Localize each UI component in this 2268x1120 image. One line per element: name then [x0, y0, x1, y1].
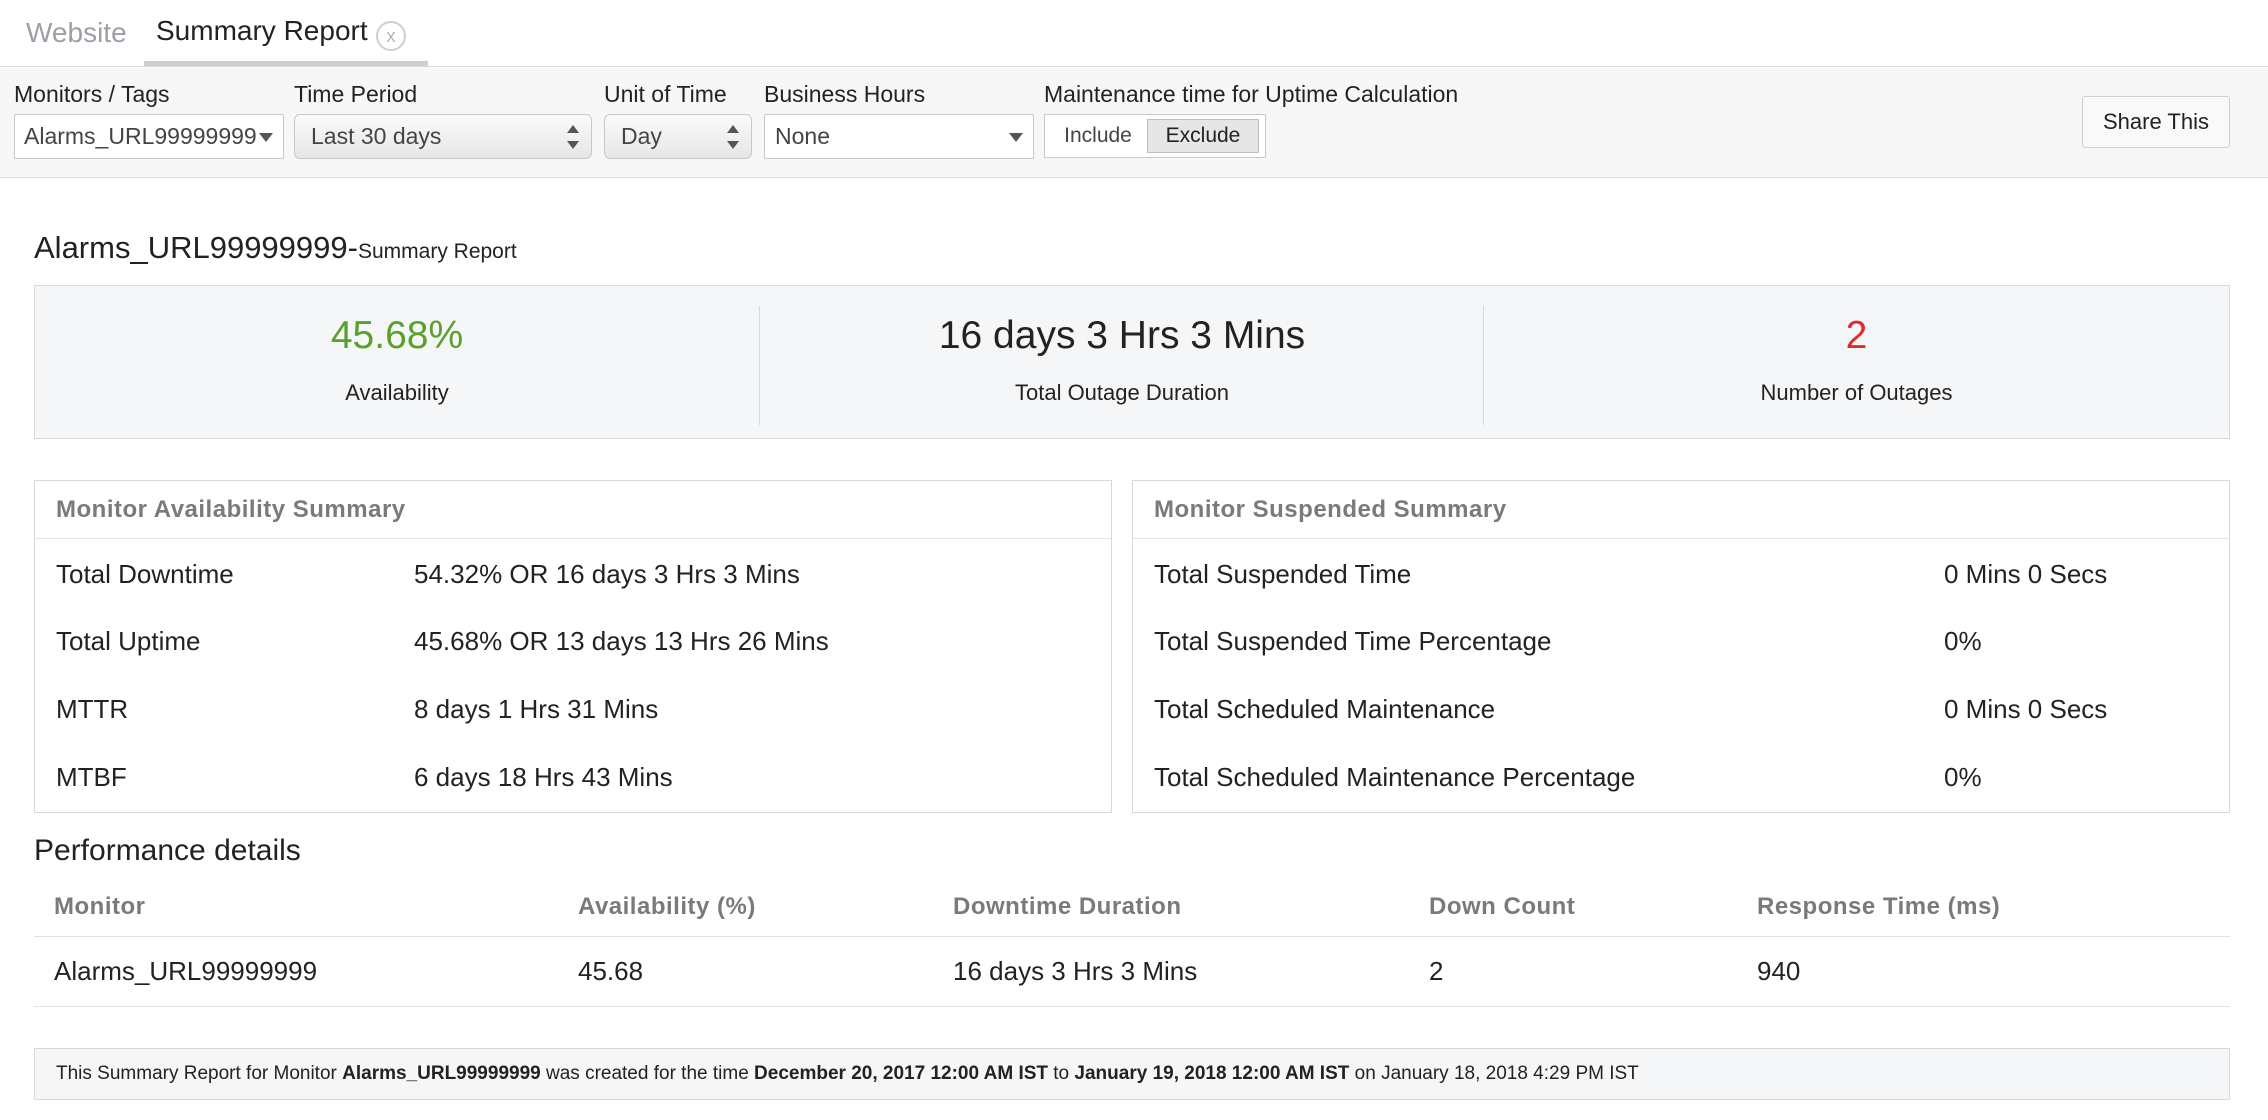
footer-text: This Summary Report for Monitor [56, 1063, 337, 1084]
suspended-summary-title: Monitor Suspended Summary [1133, 481, 2229, 539]
suspended-row-label: Total Suspended Time Percentage [1154, 626, 1552, 656]
summary-row-label: MTBF [56, 762, 127, 792]
footer-text: to [1053, 1063, 1070, 1084]
time-period-label: Time Period [294, 81, 418, 107]
monitors-select-value: Alarms_URL99999999 [24, 123, 257, 149]
time-period-value: Last 30 days [311, 123, 442, 149]
table-cell-down-count: 2 [1429, 956, 1444, 986]
outage-duration-value: 16 days 3 Hrs 3 Mins [938, 314, 1306, 357]
include-option[interactable]: Include [1049, 119, 1147, 153]
summary-row-value: 45.68% OR 13 days 13 Hrs 26 Mins [414, 626, 829, 656]
monitors-select[interactable]: Alarms_URL99999999 [14, 114, 284, 159]
performance-title: Performance details [34, 834, 301, 867]
suspended-row-value: 0 Mins 0 Secs [1944, 694, 2108, 724]
filter-bar: Monitors / Tags Alarms_URL99999999 Time … [0, 67, 2268, 178]
summary-row-label: Total Downtime [56, 559, 234, 589]
suspended-summary-panel: Monitor Suspended Summary Total Suspende… [1132, 480, 2230, 813]
exclude-option[interactable]: Exclude [1147, 119, 1259, 153]
suspended-row-label: Total Suspended Time [1154, 559, 1412, 589]
monitors-label: Monitors / Tags [14, 81, 170, 107]
unit-of-time-label: Unit of Time [604, 81, 727, 107]
maintenance-label: Maintenance time for Uptime Calculation [1044, 81, 1459, 107]
availability-value: 45.68% [330, 314, 464, 357]
availability-label: Availability [345, 380, 449, 405]
suspended-row-label: Total Scheduled Maintenance [1154, 694, 1496, 724]
unit-of-time-select[interactable]: Day [604, 114, 752, 159]
table-cell-monitor[interactable]: Alarms_URL99999999 [54, 956, 317, 987]
footer-text: on January 18, 2018 4:29 PM IST [1354, 1063, 1639, 1084]
footer-monitor: Alarms_URL99999999 [342, 1063, 541, 1084]
business-hours-label: Business Hours [764, 81, 926, 107]
table-row-divider [34, 1006, 2230, 1007]
tab-bar: Website Summary Report x [0, 0, 2268, 67]
outage-duration-label: Total Outage Duration [1014, 380, 1230, 405]
report-subtitle: Summary Report [357, 240, 517, 263]
outage-duration-stat: 16 days 3 Hrs 3 Mins Total Outage Durati… [760, 286, 1484, 440]
chevron-down-icon [1009, 133, 1023, 142]
time-period-select[interactable]: Last 30 days [294, 114, 592, 159]
tab-website[interactable]: Website [26, 0, 127, 66]
report-footer-note: This Summary Report for Monitor Alarms_U… [34, 1048, 2230, 1100]
summary-row-value: 8 days 1 Hrs 31 Mins [414, 694, 659, 724]
footer-start-time: December 20, 2017 12:00 AM IST [754, 1063, 1048, 1084]
footer-end-time: January 19, 2018 12:00 AM IST [1074, 1063, 1350, 1084]
close-tab-icon[interactable]: x [376, 21, 406, 51]
chevron-down-icon [259, 133, 273, 142]
summary-stats: 45.68% Availability 16 days 3 Hrs 3 Mins… [34, 285, 2230, 439]
up-down-arrows-icon [727, 125, 741, 149]
report-monitor-name: Alarms_URL99999999 [34, 230, 348, 265]
business-hours-value: None [775, 123, 830, 149]
outages-label: Number of Outages [1760, 380, 1953, 405]
share-this-button[interactable]: Share This [2082, 96, 2230, 148]
availability-summary-panel: Monitor Availability Summary Total Downt… [34, 480, 1112, 813]
report-title: Alarms_URL99999999-Summary Report [34, 230, 517, 266]
availability-summary-title: Monitor Availability Summary [35, 481, 1111, 539]
column-header-response-time: Response Time (ms) [1757, 893, 2001, 920]
summary-row-label: MTTR [56, 694, 129, 724]
column-header-monitor: Monitor [54, 893, 146, 920]
suspended-row-label: Total Scheduled Maintenance Percentage [1154, 762, 1636, 792]
table-cell-downtime: 16 days 3 Hrs 3 Mins [953, 956, 1198, 986]
column-header-availability: Availability (%) [578, 893, 756, 920]
tab-summary-label: Summary Report [156, 14, 368, 46]
summary-row-value: 54.32% OR 16 days 3 Hrs 3 Mins [414, 559, 800, 589]
outages-stat: 2 Number of Outages [1484, 286, 2229, 440]
table-cell-response-time: 940 [1757, 956, 1801, 986]
unit-of-time-value: Day [621, 123, 662, 149]
up-down-arrows-icon [567, 125, 581, 149]
suspended-row-value: 0% [1944, 762, 1982, 792]
report-title-separator: - [347, 230, 358, 265]
footer-text: was created for the time [546, 1063, 749, 1084]
suspended-row-value: 0 Mins 0 Secs [1944, 559, 2108, 589]
summary-row-label: Total Uptime [56, 626, 201, 656]
column-header-down-count: Down Count [1429, 893, 1576, 920]
table-header-divider [34, 936, 2230, 937]
outages-value: 2 [1845, 314, 1868, 357]
column-header-downtime: Downtime Duration [953, 893, 1182, 920]
maintenance-toggle: Include Exclude [1044, 114, 1266, 158]
business-hours-select[interactable]: None [764, 114, 1034, 159]
availability-stat: 45.68% Availability [35, 286, 759, 440]
table-cell-availability: 45.68 [578, 956, 644, 986]
summary-row-value: 6 days 18 Hrs 43 Mins [414, 762, 673, 792]
suspended-row-value: 0% [1944, 626, 1982, 656]
